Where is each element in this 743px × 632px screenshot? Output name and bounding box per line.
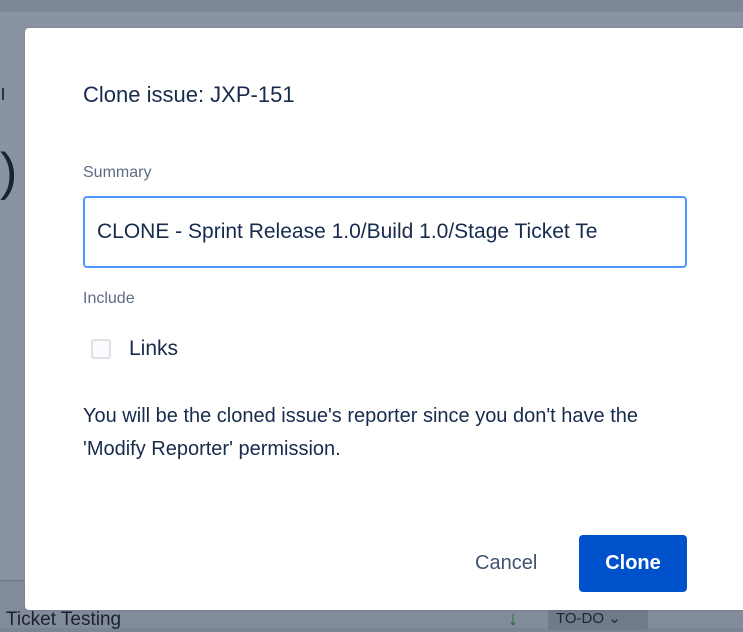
links-checkbox[interactable]: [91, 339, 111, 359]
background-row-text: Ticket Testing: [6, 609, 122, 630]
clone-button[interactable]: Clone: [579, 535, 687, 592]
summary-input[interactable]: [83, 196, 687, 268]
links-checkbox-label[interactable]: Links: [129, 337, 178, 361]
links-checkbox-row[interactable]: Links: [91, 334, 178, 364]
dialog-title: Clone issue: JXP-151: [83, 82, 295, 107]
include-label: Include: [83, 290, 135, 307]
summary-label: Summary: [83, 164, 152, 181]
clone-issue-dialog: Clone issue: JXP-151 Summary Include Lin…: [25, 28, 743, 610]
background-heading-fragment: ): [0, 142, 14, 202]
background-header: [0, 0, 743, 12]
arrow-down-icon: ↓: [508, 608, 518, 630]
reporter-info-text: You will be the cloned issue's reporter …: [83, 405, 639, 460]
cancel-button[interactable]: Cancel: [463, 534, 549, 592]
background-text-fragment: ı: [0, 80, 7, 105]
